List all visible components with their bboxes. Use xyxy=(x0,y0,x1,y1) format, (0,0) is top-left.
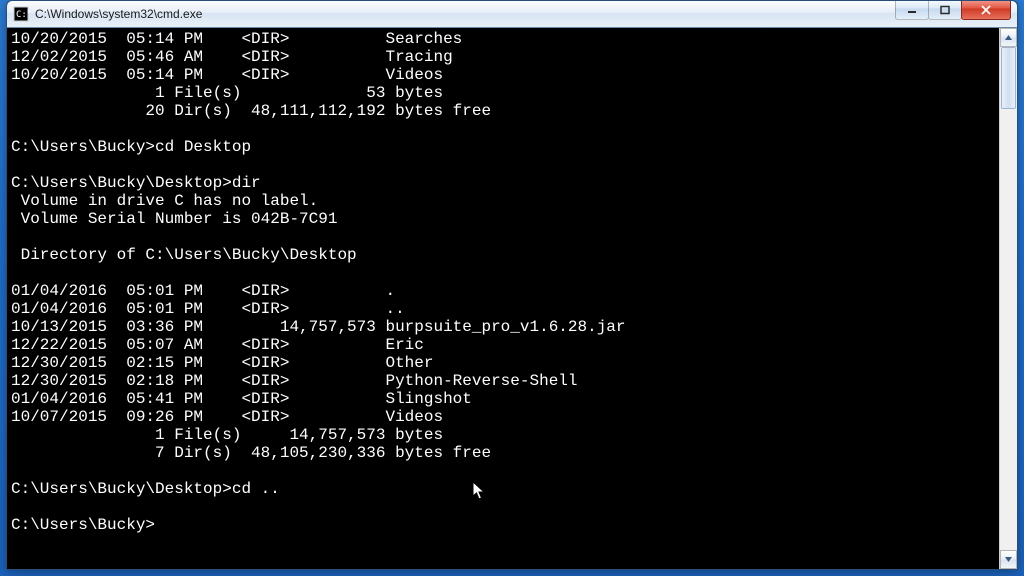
output-line: 12/30/2015 02:15 PM <DIR> Other xyxy=(11,354,433,372)
scroll-down-button[interactable] xyxy=(1000,550,1017,569)
maximize-button[interactable] xyxy=(928,0,962,20)
output-line: 01/04/2016 05:01 PM <DIR> .. xyxy=(11,300,405,318)
close-button[interactable] xyxy=(961,0,1011,20)
window-title: C:\Windows\system32\cmd.exe xyxy=(35,7,202,21)
prompt-line: C:\Users\Bucky> xyxy=(11,516,155,534)
minimize-button[interactable] xyxy=(895,0,929,20)
output-line: Volume Serial Number is 042B-7C91 xyxy=(11,210,337,228)
output-line: 01/04/2016 05:41 PM <DIR> Slingshot xyxy=(11,390,472,408)
output-line: C:\Users\Bucky>cd Desktop xyxy=(11,138,251,156)
scroll-track[interactable] xyxy=(1000,47,1017,550)
output-line: Directory of C:\Users\Bucky\Desktop xyxy=(11,246,357,264)
output-line: 1 File(s) 14,757,573 bytes xyxy=(11,426,443,444)
output-line: 12/02/2015 05:46 AM <DIR> Tracing xyxy=(11,48,453,66)
output-line: 12/30/2015 02:18 PM <DIR> Python-Reverse… xyxy=(11,372,578,390)
output-line: 7 Dir(s) 48,105,230,336 bytes free xyxy=(11,444,491,462)
scroll-up-button[interactable] xyxy=(1000,28,1017,47)
output-line: 20 Dir(s) 48,111,112,192 bytes free xyxy=(11,102,491,120)
output-line: C:\Users\Bucky\Desktop>dir xyxy=(11,174,261,192)
cmd-window: C:\ C:\Windows\system32\cmd.exe 10/20/20… xyxy=(6,0,1018,570)
output-line: 01/04/2016 05:01 PM <DIR> . xyxy=(11,282,395,300)
output-line: C:\Users\Bucky\Desktop>cd .. xyxy=(11,480,280,498)
terminal-output[interactable]: 10/20/2015 05:14 PM <DIR> Searches 12/02… xyxy=(7,28,999,569)
client-area: 10/20/2015 05:14 PM <DIR> Searches 12/02… xyxy=(7,28,1017,569)
output-line: 10/13/2015 03:36 PM 14,757,573 burpsuite… xyxy=(11,318,626,336)
scroll-thumb[interactable] xyxy=(1001,47,1016,109)
output-line: 10/20/2015 05:14 PM <DIR> Searches xyxy=(11,30,462,48)
output-line: 10/07/2015 09:26 PM <DIR> Videos xyxy=(11,408,443,426)
window-controls xyxy=(896,1,1017,27)
output-line: Volume in drive C has no label. xyxy=(11,192,318,210)
svg-text:C:\: C:\ xyxy=(16,10,29,20)
titlebar[interactable]: C:\ C:\Windows\system32\cmd.exe xyxy=(7,1,1017,28)
vertical-scrollbar[interactable] xyxy=(999,28,1017,569)
cmd-icon: C:\ xyxy=(13,6,29,22)
output-line: 10/20/2015 05:14 PM <DIR> Videos xyxy=(11,66,443,84)
output-line: 12/22/2015 05:07 AM <DIR> Eric xyxy=(11,336,424,354)
output-line: 1 File(s) 53 bytes xyxy=(11,84,443,102)
